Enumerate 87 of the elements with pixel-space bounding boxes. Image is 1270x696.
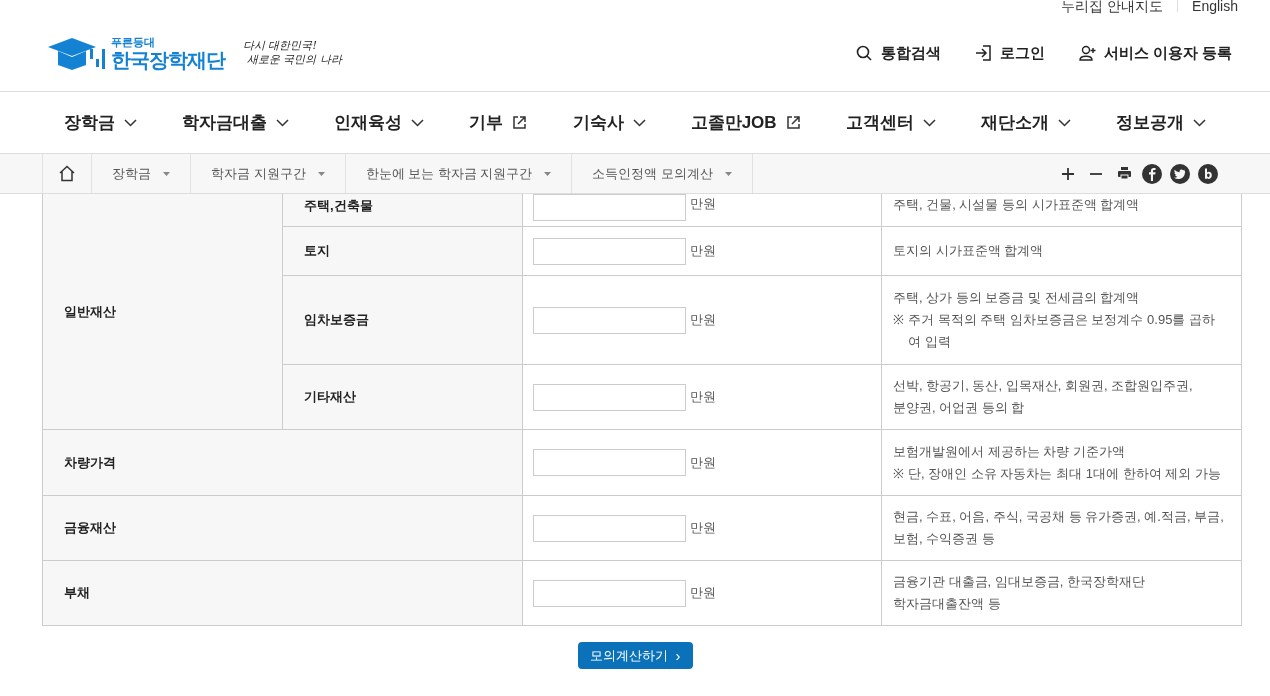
twitter-bird-icon [1170, 163, 1190, 184]
facebook-share-button[interactable] [1142, 163, 1162, 184]
header-link[interactable]: 서비스 이용자 등록 [1078, 41, 1232, 65]
description-text: 보험개발원에서 제공하는 차량 기준가액 [893, 442, 1126, 461]
chevron-down-icon [411, 118, 425, 127]
chevron-down-icon [1057, 118, 1071, 127]
description-text: 금융기관 대출금, 임대보증금, 한국장학재단 [893, 573, 1147, 591]
description-text: 보험, 수익증권 등 [893, 530, 996, 548]
caret-down-icon [725, 171, 733, 176]
row-header: 일반재산 [64, 302, 116, 321]
plus-icon [1061, 166, 1075, 181]
utility-link[interactable]: English [1177, 0, 1238, 12]
chevron-down-icon [1192, 118, 1206, 127]
graduation-cap-icon [46, 35, 108, 71]
unit-label: 만원 [690, 311, 716, 330]
note-text: 단, 장애인 소유 자동차는 최대 1대에 한하여 제외 가능 [908, 464, 1221, 483]
note-mark: ※ [893, 464, 905, 483]
slogan-text: 새로운 국민의 나라 [246, 53, 342, 67]
caret-down-icon [544, 171, 552, 176]
description-text: 주택, 상가 등의 보증금 및 전세금의 합계액 [893, 289, 1141, 307]
logo-tagline: 푸른등대 [111, 36, 156, 48]
twitter-share-button[interactable] [1170, 163, 1190, 184]
description-text: 현금, 수표, 어음, 주식, 국공채 등 유가증권, 예.적금, 부금, [893, 508, 1225, 526]
external-link-icon [512, 115, 528, 130]
breadcrumb-item[interactable]: 학자금 지원구간 [191, 154, 346, 193]
minus-icon [1089, 172, 1103, 175]
caret-down-icon [163, 171, 170, 176]
chevron-down-icon [276, 118, 290, 127]
row-header: 차량가격 [64, 453, 116, 472]
breadcrumb-item[interactable]: 한눈에 보는 학자금 지원구간 [345, 154, 573, 193]
header-link[interactable]: 로그인 [974, 41, 1045, 65]
utility-link[interactable]: 누리집 안내지도 [1061, 0, 1164, 12]
chevron-right-icon: › [675, 648, 681, 663]
row-subheader: 토지 [304, 242, 330, 261]
row-header: 금융재산 [64, 519, 116, 538]
unit-label: 만원 [690, 388, 716, 407]
login-arrow-icon [974, 45, 992, 61]
description-text: 학자금대출잔액 등 [893, 595, 1002, 613]
description-text: 주택, 건물, 시설물 등의 시가표준액 합계액 [893, 196, 1141, 214]
external-link-icon [785, 115, 801, 130]
nav-menu-item[interactable]: 인재육성 [334, 109, 425, 136]
blog-icon [1198, 163, 1218, 184]
blog-share-button[interactable] [1198, 163, 1218, 184]
row-subheader: 임차보증금 [304, 311, 369, 330]
nav-menu-item[interactable]: 기부 [469, 109, 528, 136]
description-text: 토지의 시가표준액 합계액 [893, 242, 1045, 260]
unit-label: 만원 [690, 242, 716, 261]
facebook-icon [1142, 163, 1162, 184]
unit-label: 만원 [690, 584, 716, 603]
simulate-button[interactable]: 모의계산하기 › [577, 642, 693, 669]
nav-menu-item[interactable]: 재단소개 [980, 109, 1071, 136]
nav-menu-item[interactable]: 장학금 [64, 109, 137, 136]
header-link[interactable]: 통합검색 [855, 41, 941, 65]
amount-input[interactable] [533, 194, 686, 221]
nav-menu-item[interactable]: 정보공개 [1115, 109, 1206, 136]
chevron-down-icon [124, 118, 137, 127]
amount-input[interactable] [533, 579, 686, 607]
unit-label: 만원 [690, 519, 716, 538]
breadcrumb-item[interactable]: 장학금 [92, 154, 191, 193]
chevron-down-icon [922, 118, 936, 127]
amount-input[interactable] [533, 449, 686, 476]
nav-menu-item[interactable]: 기숙사 [572, 109, 646, 136]
logo-text: 한국장학재단 [111, 49, 225, 70]
search-icon [855, 45, 873, 61]
row-subheader: 주택,건축물 [304, 197, 373, 215]
breadcrumb-item[interactable]: 소득인정액 모의계산 [572, 154, 754, 193]
amount-input[interactable] [533, 237, 686, 265]
amount-input[interactable] [533, 514, 686, 542]
slogan-text: 다시 대한민국! [243, 39, 318, 53]
note-mark: ※ [893, 311, 905, 329]
nav-menu-item[interactable]: 고객센터 [845, 109, 936, 136]
home-icon [58, 165, 76, 182]
description-text: 선박, 항공기, 동산, 입목재산, 회원권, 조합원입주권, [893, 377, 1194, 395]
row-header: 부채 [64, 584, 90, 603]
amount-input[interactable] [533, 383, 686, 411]
user-plus-icon [1078, 45, 1096, 61]
note-text: 주거 목적의 주택 임차보증금은 보정계수 0.95를 곱하여 입력 [908, 311, 1216, 351]
nav-menu-item[interactable]: 고졸만JOB [690, 109, 801, 136]
nav-menu-item[interactable]: 학자금대출 [182, 109, 290, 136]
amount-input[interactable] [533, 306, 686, 334]
unit-label: 만원 [690, 453, 716, 472]
unit-label: 만원 [690, 195, 716, 213]
caret-down-icon [317, 171, 325, 176]
print-icon [1116, 166, 1132, 181]
description-text: 분양권, 어업권 등의 합 [893, 399, 1026, 417]
row-subheader: 기타재산 [304, 388, 356, 407]
chevron-down-icon [632, 118, 646, 127]
